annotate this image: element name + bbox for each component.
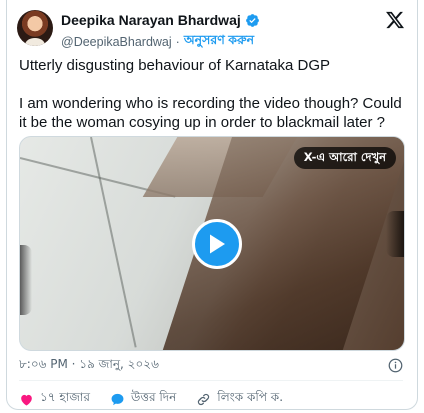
tweet-header: Deepika Narayan Bhardwaj @DeepikaBhardwa… <box>17 10 407 50</box>
timestamp-line: ৮:০৬ PM · ১৯ জানু, ২০২৬ <box>19 356 403 376</box>
tweet-text-line-1: Utterly disgusting behaviour of Karnatak… <box>19 57 330 74</box>
tweet-actions: ১৭ হাজার উত্তর দিন লিংক কপি ক. <box>19 380 403 413</box>
link-icon <box>198 393 210 405</box>
author-name[interactable]: Deepika Narayan Bhardwaj <box>61 12 241 28</box>
author-avatar[interactable] <box>17 10 53 46</box>
reply-bubble-icon <box>111 393 124 405</box>
like-button[interactable]: ১৭ হাজার <box>19 389 90 409</box>
author-handle[interactable]: @DeepikaBhardwaj <box>61 35 172 49</box>
timestamp[interactable]: ৮:০৬ PM · ১৯ জানু, ২০২৬ <box>19 356 159 376</box>
reply-button[interactable]: উত্তর দিন <box>110 389 176 409</box>
video-scene-blur <box>20 245 32 315</box>
handle-line: @DeepikaBhardwaj · অনুসরণ করুন <box>61 32 254 52</box>
play-button[interactable] <box>192 219 242 269</box>
copy-link-button[interactable]: লিংক কপি ক. <box>196 389 283 409</box>
copy-link-label: লিংক কপি ক. <box>217 390 284 404</box>
follow-button[interactable]: অনুসরণ করুন <box>184 32 254 52</box>
like-count: ১৭ হাজার <box>40 390 91 404</box>
author-name-line: Deepika Narayan Bhardwaj <box>61 12 260 28</box>
x-logo-icon[interactable] <box>385 10 405 30</box>
video-player[interactable]: X-এ আরো দেখুন <box>19 136 405 351</box>
watch-on-x-badge[interactable]: X-এ আরো দেখুন <box>293 147 396 169</box>
tweet-text-line-2: I am wondering who is recording the vide… <box>19 95 402 131</box>
separator-dot: · <box>175 35 180 49</box>
video-scene-blur <box>386 211 404 257</box>
reply-label: উত্তর দিন <box>131 390 177 404</box>
floor-tile-line <box>90 137 137 348</box>
play-icon <box>210 234 225 254</box>
tweet-card[interactable]: Deepika Narayan Bhardwaj @DeepikaBhardwa… <box>6 0 418 410</box>
verified-badge-icon <box>245 13 259 27</box>
info-icon[interactable] <box>388 358 403 373</box>
heart-icon <box>21 394 32 405</box>
